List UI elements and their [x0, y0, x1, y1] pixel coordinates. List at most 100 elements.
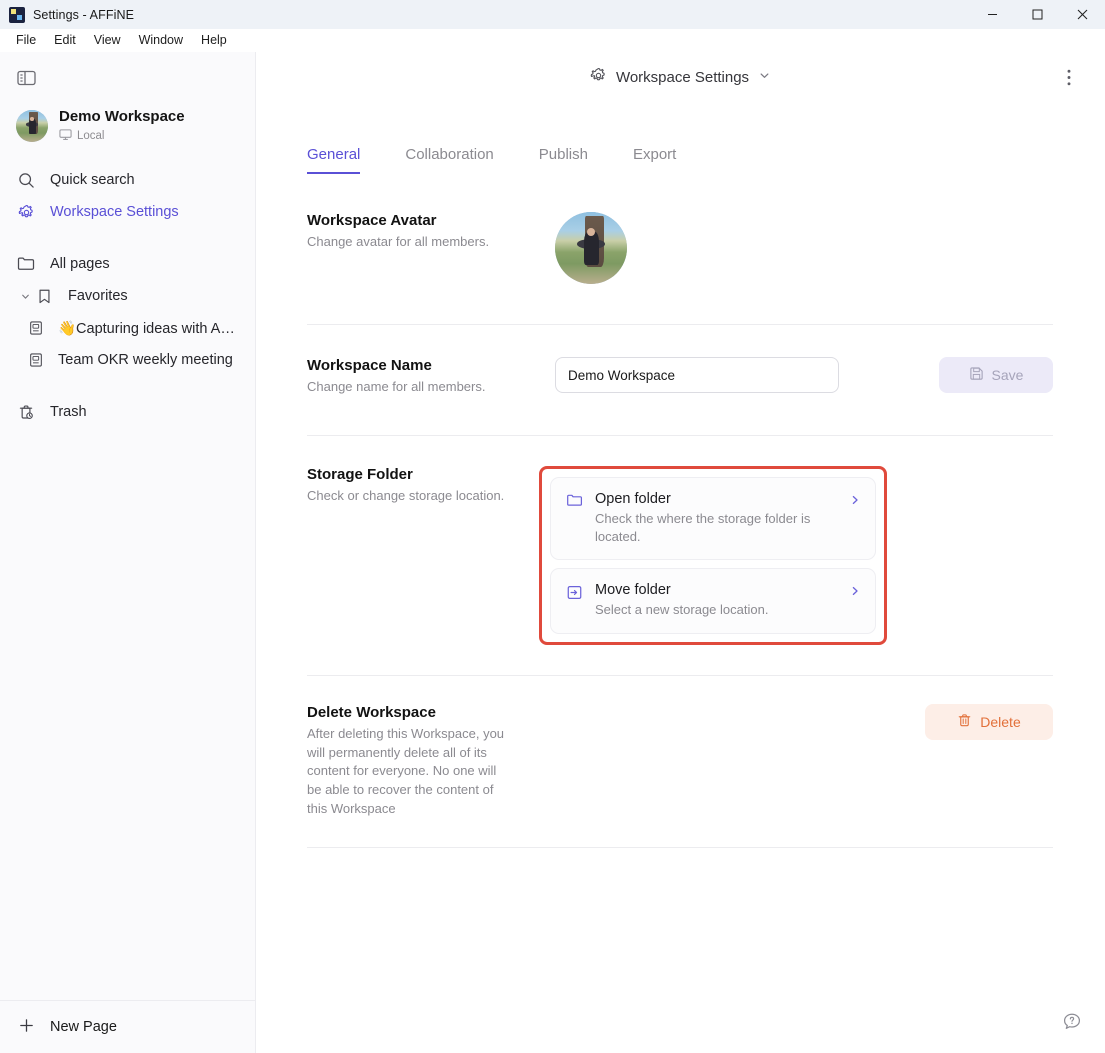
window-controls	[970, 0, 1105, 29]
sidebar-item-label: All pages	[50, 256, 110, 272]
menubar: File Edit View Window Help	[0, 29, 1105, 52]
sidebar-item-label: Favorites	[68, 288, 128, 304]
window-titlebar: Settings - AFFiNE	[0, 0, 1105, 29]
trash-icon	[16, 402, 36, 422]
sidebar-item-favorite-page-1[interactable]: 👋Capturing ideas with AF...	[8, 312, 247, 344]
section-avatar-info: Workspace Avatar Change avatar for all m…	[307, 212, 555, 284]
sidebar-item-favorites[interactable]: Favorites	[8, 280, 247, 312]
section-name-info: Workspace Name Change name for all membe…	[307, 357, 555, 397]
menu-window[interactable]: Window	[131, 31, 191, 49]
sidebar-item-all-pages[interactable]: All pages	[8, 248, 247, 280]
section-description: After deleting this Workspace, you will …	[307, 725, 505, 817]
card-title: Move folder	[595, 582, 671, 599]
workspace-switcher[interactable]: Demo Workspace Local	[8, 102, 247, 150]
chevron-down-icon[interactable]	[16, 291, 34, 302]
affine-logo-icon	[9, 6, 25, 23]
save-button-label: Save	[991, 367, 1024, 383]
section-workspace-name: Workspace Name Change name for all membe…	[307, 325, 1053, 435]
sidebar: Demo Workspace Local Quick search Worksp…	[0, 52, 256, 1053]
tab-publish[interactable]: Publish	[539, 146, 588, 174]
folder-icon	[565, 492, 583, 510]
workspace-sub-label: Local	[59, 128, 185, 144]
card-title: Open folder	[595, 490, 671, 507]
close-button[interactable]	[1060, 0, 1105, 29]
section-title: Workspace Name	[307, 357, 432, 374]
trash-icon	[957, 713, 972, 731]
divider	[307, 846, 1053, 848]
section-delete-info: Delete Workspace After deleting this Wor…	[307, 704, 555, 819]
move-folder-card[interactable]: Move folder Select a new storage locatio…	[550, 568, 876, 634]
section-description: Change name for all members.	[307, 379, 486, 394]
settings-tabs: General Collaboration Publish Export	[307, 146, 1053, 174]
move-folder-icon	[565, 583, 583, 601]
sidebar-toggle-icon[interactable]	[10, 62, 42, 94]
section-storage-info: Storage Folder Check or change storage l…	[307, 466, 555, 645]
settings-header: Workspace Settings	[256, 52, 1105, 102]
menu-help[interactable]: Help	[193, 31, 235, 49]
main-panel: Workspace Settings General Collaboration…	[256, 52, 1105, 1053]
sidebar-item-workspace-settings[interactable]: Workspace Settings	[8, 196, 247, 228]
chevron-right-icon[interactable]	[849, 493, 861, 511]
new-page-label: New Page	[50, 1019, 117, 1035]
bookmark-icon	[34, 286, 54, 306]
plus-icon	[18, 1017, 35, 1038]
settings-header-title: Workspace Settings	[615, 68, 750, 86]
more-vertical-icon[interactable]	[1055, 63, 1083, 91]
page-icon	[26, 350, 46, 370]
workspace-local-text: Local	[77, 130, 105, 142]
save-button[interactable]: Save	[939, 357, 1053, 393]
section-delete-control: Delete	[555, 703, 1053, 819]
section-storage-control: Open folder Check the where the storage …	[539, 465, 1053, 645]
menu-edit[interactable]: Edit	[46, 31, 84, 49]
sidebar-item-label: Workspace Settings	[50, 204, 179, 220]
workspace-name-input[interactable]	[555, 357, 839, 393]
gear-icon	[590, 67, 607, 88]
sidebar-nav-secondary: All pages Favorites 👋Capturing ideas wit…	[0, 248, 255, 376]
section-storage-folder: Storage Folder Check or change storage l…	[307, 436, 1053, 675]
tab-general[interactable]: General	[307, 146, 361, 174]
workspace-settings-dropdown[interactable]: Workspace Settings	[580, 62, 781, 93]
sidebar-item-trash[interactable]: Trash	[8, 396, 247, 428]
menu-view[interactable]: View	[86, 31, 129, 49]
minimize-button[interactable]	[970, 0, 1015, 29]
section-description: Check or change storage location.	[307, 487, 505, 503]
tab-collaboration[interactable]: Collaboration	[405, 146, 493, 174]
menu-file[interactable]: File	[8, 31, 44, 49]
open-folder-card[interactable]: Open folder Check the where the storage …	[550, 476, 876, 561]
section-delete-workspace: Delete Workspace After deleting this Wor…	[307, 676, 1053, 847]
monitor-icon	[59, 128, 72, 144]
workspace-avatar	[16, 110, 48, 142]
card-description: Check the where the storage folder is lo…	[595, 510, 811, 545]
section-name-control: Save	[555, 357, 1053, 393]
sidebar-item-label: 👋Capturing ideas with AF...	[58, 320, 239, 337]
gear-icon	[16, 202, 36, 222]
new-page-button[interactable]: New Page	[8, 1009, 247, 1045]
maximize-button[interactable]	[1015, 0, 1060, 29]
section-workspace-avatar: Workspace Avatar Change avatar for all m…	[307, 174, 1053, 324]
save-disk-icon	[969, 366, 984, 384]
sidebar-item-favorite-page-2[interactable]: Team OKR weekly meeting	[8, 344, 247, 376]
section-avatar-control	[555, 212, 1053, 284]
sidebar-header	[0, 52, 255, 94]
storage-folder-highlight-box: Open folder Check the where the storage …	[539, 465, 887, 645]
settings-content: General Collaboration Publish Export Wor…	[256, 146, 1105, 848]
sidebar-item-label: Team OKR weekly meeting	[58, 352, 233, 368]
card-description: Select a new storage location.	[595, 602, 769, 618]
sidebar-footer: New Page	[0, 1000, 255, 1053]
tab-export[interactable]: Export	[633, 146, 676, 174]
page-icon	[26, 318, 46, 338]
delete-workspace-button[interactable]: Delete	[925, 703, 1053, 740]
section-title: Workspace Avatar	[307, 212, 437, 229]
folder-icon	[16, 254, 36, 274]
sidebar-item-label: Quick search	[50, 172, 135, 188]
section-title: Storage Folder	[307, 465, 413, 483]
workspace-avatar-large[interactable]	[555, 212, 627, 284]
sidebar-nav-trash: Trash	[0, 396, 255, 428]
sidebar-item-quick-search[interactable]: Quick search	[8, 164, 247, 196]
chevron-right-icon[interactable]	[849, 584, 861, 602]
chevron-down-icon[interactable]	[758, 69, 771, 86]
help-chat-icon[interactable]	[1059, 1009, 1085, 1035]
search-icon	[16, 170, 36, 190]
section-title: Delete Workspace	[307, 703, 436, 721]
window-title: Settings - AFFiNE	[33, 7, 135, 22]
